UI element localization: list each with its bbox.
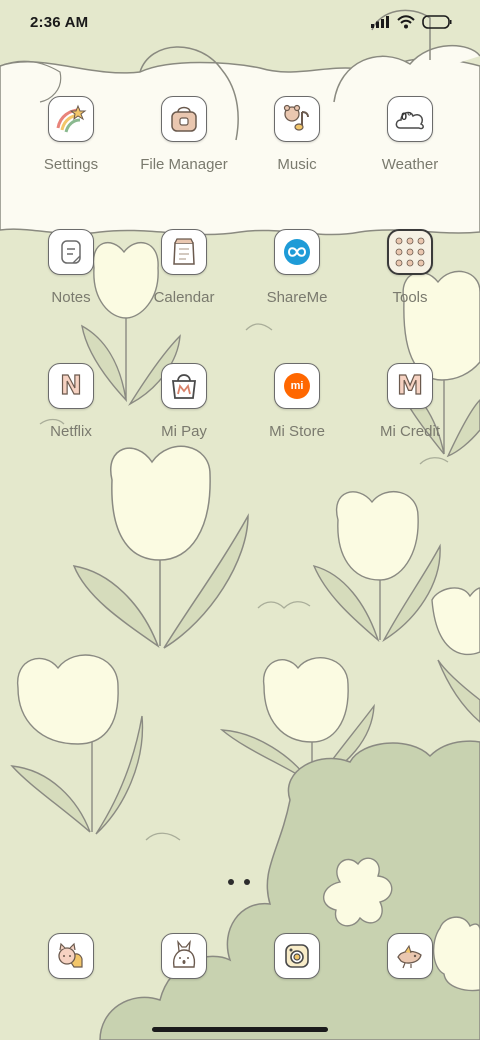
app-label: File Manager [140, 156, 228, 173]
note-icon [48, 229, 94, 275]
netflix-glyph: N [60, 370, 83, 401]
bird-browser-icon [387, 933, 433, 979]
app-label: ShareMe [266, 289, 328, 306]
page-dot [228, 879, 234, 885]
app-label: Mi Credit [379, 423, 440, 440]
bear-note-icon [274, 96, 320, 142]
app-label: Calendar [153, 289, 215, 306]
app-notes[interactable]: Notes [15, 229, 127, 325]
app-netflix[interactable]: N Netflix [15, 363, 127, 459]
page-indicator [228, 879, 250, 885]
mi-logo-icon: mi [274, 363, 320, 409]
tools-grid-icon [387, 229, 433, 275]
app-tools[interactable]: Tools [354, 229, 466, 325]
status-icons [371, 15, 452, 29]
wifi-icon [397, 15, 415, 29]
app-music[interactable]: Music [241, 96, 353, 192]
app-mi-pay[interactable]: Mi Pay [128, 363, 240, 459]
rainbow-icon [48, 96, 94, 142]
app-calendar[interactable]: Calendar [128, 229, 240, 325]
mi-credit-glyph: M [396, 370, 423, 401]
app-label: Weather [381, 156, 439, 173]
home-indicator[interactable] [152, 1027, 328, 1032]
dock-messages[interactable] [128, 933, 240, 979]
app-label: Mi Pay [161, 423, 207, 440]
app-label: Music [277, 156, 317, 173]
mi-glyph: mi [290, 380, 304, 392]
app-label: Netflix [50, 423, 92, 440]
dock-phone[interactable] [15, 933, 127, 979]
signal-icon [371, 16, 389, 28]
letter-m-icon: M [387, 363, 433, 409]
app-label: Tools [392, 289, 428, 306]
app-settings[interactable]: Settings [15, 96, 127, 192]
letter-n-icon: N [48, 363, 94, 409]
mi-logo-badge: mi [284, 373, 310, 399]
weather-temp: 0° [401, 111, 412, 123]
shopping-bag-icon [161, 363, 207, 409]
app-label: Settings [43, 156, 99, 173]
dock-browser[interactable] [354, 933, 466, 979]
bag-icon [161, 96, 207, 142]
dock-camera[interactable] [241, 933, 353, 979]
camera-icon [274, 933, 320, 979]
app-file-manager[interactable]: File Manager [128, 96, 240, 192]
page-dot [244, 879, 250, 885]
cat-phone-icon [48, 933, 94, 979]
paper-bag-icon [161, 229, 207, 275]
app-label: Notes [51, 289, 91, 306]
app-label: Mi Store [269, 423, 325, 440]
app-mi-credit[interactable]: M Mi Credit [354, 363, 466, 459]
battery-icon [422, 15, 452, 29]
bunny-message-icon [161, 933, 207, 979]
app-mi-store[interactable]: mi Mi Store [241, 363, 353, 459]
app-weather[interactable]: 0° Weather [354, 96, 466, 192]
cloud-icon: 0° [387, 96, 433, 142]
clock: 2:36 AM [30, 13, 89, 31]
app-shareme[interactable]: ShareMe [241, 229, 353, 325]
status-bar: 2:36 AM [0, 0, 480, 44]
infinity-icon [274, 229, 320, 275]
